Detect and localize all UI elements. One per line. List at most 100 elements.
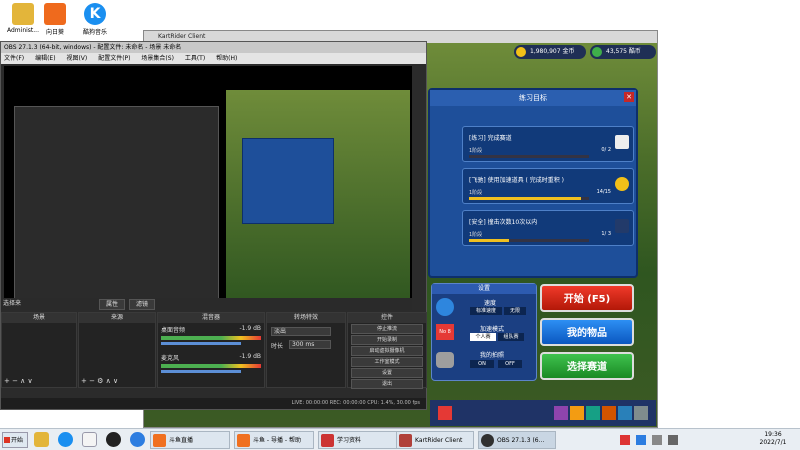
filters-button[interactable]: 滤镜: [129, 299, 156, 310]
kartrider-icon: [399, 434, 412, 447]
nested-obs-preview: [14, 106, 219, 301]
volume-meter: [161, 336, 261, 340]
transitions-dock: 转场特效 淡出 时长 300 ms: [266, 312, 346, 388]
start-game-button[interactable]: 开始 (F5): [540, 284, 634, 312]
menu-profile[interactable]: 配置文件(P): [98, 55, 130, 62]
sources-dock: 来源 + − ⚙ ∧ ∨: [78, 312, 156, 388]
volume-slider[interactable]: [161, 370, 241, 373]
speed-option[interactable]: 无限: [504, 307, 526, 315]
mixer-track: 麦克风 -1.9 dB: [161, 353, 261, 373]
speed-option[interactable]: 标准速度: [470, 307, 502, 315]
browser-icon[interactable]: [130, 432, 145, 447]
douyu-icon: [153, 434, 166, 447]
source-toolbar: 选择来 属性 滤镜: [1, 298, 412, 310]
goal-progress: [469, 197, 581, 200]
friends-icon[interactable]: [618, 406, 632, 420]
coin-icon: [516, 47, 526, 57]
speed-icon: [436, 298, 454, 316]
app-icon: [321, 434, 334, 447]
mode-option[interactable]: 组队赛: [498, 333, 524, 341]
taskbar-item-douyu[interactable]: 斗鱼直播: [150, 431, 230, 449]
mixer-dock: 混音器 桌面音频 -1.9 dB 麦克风 -1.9 dB: [157, 312, 265, 388]
goal-item: [安全] 撞击次数10次以内 1阶段 1/ 3: [462, 210, 634, 246]
kugou-icon[interactable]: [58, 432, 73, 447]
scenes-dock: 场景 + − ∧ ∨: [1, 312, 77, 388]
taskbar-item-kartrider[interactable]: KartRider Client: [396, 431, 474, 449]
taskbar: 开始 斗鱼直播 斗鱼 - 导播 - 帮助 学习资料 KartRider Clie…: [0, 428, 800, 450]
scene-controls[interactable]: + − ∧ ∨: [4, 377, 33, 385]
exit-button[interactable]: 退出: [351, 379, 423, 389]
tray-icon[interactable]: [636, 435, 646, 445]
obs-statusbar: LIVE: 00:00:00 REC: 00:00:00 CPU: 1.4%, …: [1, 398, 426, 409]
select-track-button[interactable]: 选择赛道: [540, 352, 634, 380]
menu-file[interactable]: 文件(F): [4, 55, 24, 62]
menu-tools[interactable]: 工具(T): [185, 55, 205, 62]
app-icon[interactable]: [106, 432, 121, 447]
folder-icon: [12, 3, 34, 25]
intro-option[interactable]: OFF: [498, 360, 522, 368]
goal-item: [练习] 完成赛道 1阶段 0/ 2: [462, 126, 634, 162]
properties-button[interactable]: 属性: [99, 299, 126, 310]
source-controls[interactable]: + − ⚙ ∧ ∨: [81, 377, 118, 385]
start-button[interactable]: 开始: [2, 432, 28, 448]
goal-badge-icon: [615, 135, 629, 149]
obs-menubar: 文件(F) 编辑(E) 视图(V) 配置文件(P) 场景集合(S) 工具(T) …: [1, 53, 426, 64]
start-recording-button[interactable]: 开始录制: [351, 335, 423, 345]
volume-icon[interactable]: [668, 435, 678, 445]
controls-dock: 控件 停止推流 开始录制 启动虚拟摄像机 工作室模式 设置 退出: [347, 312, 427, 389]
lucci-icon: [592, 47, 602, 57]
sunlogin-icon: [44, 3, 66, 25]
taskbar-item-douyu-guide[interactable]: 斗鱼 - 导播 - 帮助: [234, 431, 314, 449]
network-icon[interactable]: [652, 435, 662, 445]
explorer-icon[interactable]: [34, 432, 49, 447]
menu-edit[interactable]: 编辑(E): [35, 55, 55, 62]
intro-option[interactable]: ON: [470, 360, 494, 368]
system-tray: [620, 435, 730, 445]
gift-icon[interactable]: [570, 406, 584, 420]
goal-progress: [469, 239, 509, 242]
douyu-icon: [237, 434, 250, 447]
rank-badge: No 8: [436, 324, 454, 340]
garage-icon[interactable]: [586, 406, 600, 420]
studio-mode-button[interactable]: 工作室模式: [351, 357, 423, 367]
obs-icon: [481, 434, 494, 447]
obs-preview-canvas[interactable]: [4, 66, 412, 304]
coin-counter: 1,980,907 金币: [514, 45, 586, 59]
transition-duration[interactable]: 300 ms: [289, 340, 331, 349]
shop-icon[interactable]: [554, 406, 568, 420]
settings-icon[interactable]: [634, 406, 648, 420]
practice-goals-panel: 练习目标 ✕ [练习] 完成赛道 1阶段 0/ 2 [飞驰] 使用加速道具 ( …: [428, 88, 638, 278]
obs-window-title: OBS 27.1.3 (64-bit, windows) - 配置文件: 未命名…: [1, 42, 426, 53]
obs-window: OBS 27.1.3 (64-bit, windows) - 配置文件: 未命名…: [0, 41, 427, 410]
virtual-camera-button[interactable]: 启动虚拟摄像机: [351, 346, 423, 356]
menu-help[interactable]: 帮助(H): [216, 55, 237, 62]
stop-streaming-button[interactable]: 停止推流: [351, 324, 423, 334]
clock[interactable]: 19:36 2022/7/1: [750, 431, 796, 447]
desktop-icon-kugou[interactable]: K 酷狗音乐: [72, 3, 118, 36]
game-settings-panel: 设置 速度 标准速度 无限 No 8 加速模式 个人赛 组队赛 我的拍照 ON …: [431, 283, 537, 381]
kugou-icon: K: [84, 3, 106, 25]
tray-icon[interactable]: [620, 435, 630, 445]
item-reward-icon: [615, 219, 629, 233]
mixer-track: 桌面音频 -1.9 dB: [161, 325, 261, 345]
settings-button[interactable]: 设置: [351, 368, 423, 378]
practice-title: 练习目标: [430, 90, 636, 106]
taskbar-item-study[interactable]: 学习资料: [318, 431, 398, 449]
menu-view[interactable]: 视图(V): [66, 55, 87, 62]
volume-meter: [161, 364, 261, 368]
menu-scene-collection[interactable]: 场景集合(S): [141, 55, 174, 62]
taskbar-item-obs[interactable]: OBS 27.1.3 (6...: [478, 431, 556, 449]
volume-slider[interactable]: [161, 342, 241, 345]
mode-option[interactable]: 个人赛: [470, 333, 496, 341]
transition-select[interactable]: 淡出: [271, 327, 331, 336]
app-icon[interactable]: [82, 432, 97, 447]
windows-icon: [4, 437, 10, 443]
game-bottom-toolbar: [430, 400, 656, 426]
mail-icon[interactable]: [602, 406, 616, 420]
coin-reward-icon: [615, 177, 629, 191]
camera-icon: [436, 352, 454, 368]
my-items-button[interactable]: 我的物品: [540, 318, 634, 346]
close-icon[interactable]: ✕: [624, 92, 634, 102]
nested-practice-panel: [242, 138, 334, 224]
menu-icon[interactable]: [438, 406, 452, 420]
